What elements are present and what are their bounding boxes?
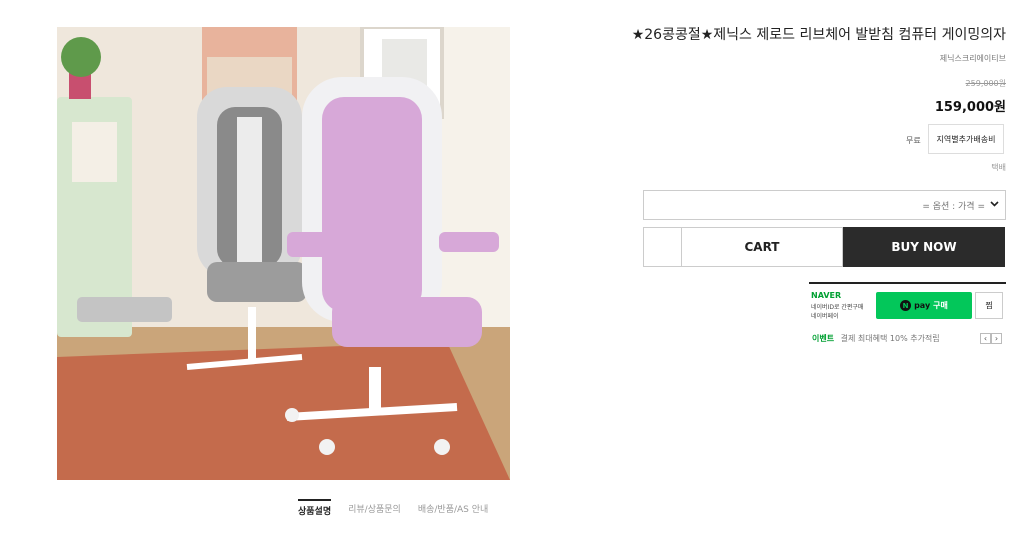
chevron-down-icon xyxy=(990,200,999,210)
shipping-fee: 무료 xyxy=(906,136,921,145)
event-label: 이벤트 xyxy=(812,334,835,343)
cart-button[interactable]: CART xyxy=(681,227,843,267)
naver-pay-icon: N xyxy=(900,300,912,311)
event-text: 결제 최대혜택 10% 추가적립 xyxy=(840,334,940,343)
tab-reviews[interactable]: 리뷰/상품문의 xyxy=(348,499,401,517)
tab-description[interactable]: 상품설명 xyxy=(298,499,332,517)
original-price: 259,000원 xyxy=(965,79,1006,88)
product-image xyxy=(57,27,510,480)
naver-wish-button[interactable]: 찜 xyxy=(975,292,1003,319)
event-next-button[interactable]: › xyxy=(991,333,1002,344)
naver-pay-buy-label: 구매 xyxy=(933,301,948,310)
naver-desc-line1: 네이버ID로 간편구매 xyxy=(811,304,864,311)
detail-tabs: 상품설명 리뷰/상품문의 배송/반품/AS 안내 xyxy=(298,499,488,517)
brand-name[interactable]: 제닉스크리에이티브 xyxy=(940,53,1006,64)
sale-price: 159,000원 xyxy=(934,100,1006,115)
shipping-method: 택배 xyxy=(991,163,1006,172)
product-title: ★26콩콩절★제닉스 제로드 리브체어 발받침 컴퓨터 게이밍의자 xyxy=(631,27,1006,43)
wishlist-button[interactable] xyxy=(643,227,681,267)
event-nav: ‹ › xyxy=(980,333,1002,344)
buy-now-button[interactable]: BUY NOW xyxy=(843,227,1005,267)
event-prev-button[interactable]: ‹ xyxy=(980,333,991,344)
naver-desc-line2: 네이버페이 xyxy=(811,313,839,320)
naver-pay-buy-button[interactable]: N pay 구매 xyxy=(876,292,972,319)
option-placeholder: = 옵션 : 가격 = xyxy=(922,201,985,212)
regional-shipping-button[interactable]: 지역별추가배송비 xyxy=(928,124,1004,154)
naver-logo: NAVER xyxy=(811,291,842,300)
naver-pay-text: pay xyxy=(914,301,931,310)
option-select[interactable]: = 옵션 : 가격 = xyxy=(643,190,1006,220)
naver-divider xyxy=(809,282,1006,284)
naver-event-row: 이벤트 결제 최대혜택 10% 추가적립 xyxy=(812,333,940,344)
tab-shipping-info[interactable]: 배송/반품/AS 안내 xyxy=(418,499,488,517)
